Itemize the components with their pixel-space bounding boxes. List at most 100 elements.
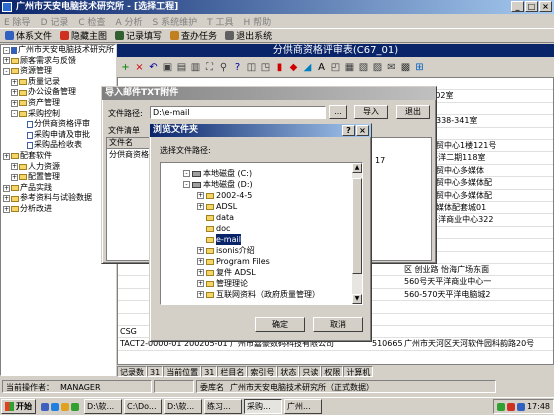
- task-button[interactable]: 采购...: [244, 399, 282, 414]
- expand-icon[interactable]: -: [183, 170, 190, 177]
- task-button[interactable]: 广州...: [284, 399, 322, 414]
- tree-item[interactable]: 分供商资格评审: [1, 119, 115, 130]
- record-tool-icon-4[interactable]: ▤: [176, 62, 187, 73]
- browse-button[interactable]: ...: [329, 105, 347, 119]
- expand-icon[interactable]: -: [183, 181, 190, 188]
- expand-icon[interactable]: +: [197, 291, 204, 298]
- expand-icon[interactable]: +: [11, 89, 18, 97]
- expand-icon[interactable]: +: [3, 205, 10, 213]
- tree-item[interactable]: + 资产管理: [1, 98, 115, 109]
- folder-tree-item[interactable]: + Program Files: [197, 256, 270, 267]
- toolbar-button-1[interactable]: 隐藏主图: [57, 29, 110, 42]
- record-tool-icon-12[interactable]: ◆: [288, 62, 299, 73]
- exit-button[interactable]: 退出: [396, 105, 430, 119]
- menu-item-0[interactable]: E 除导: [4, 15, 31, 28]
- ie-icon[interactable]: [51, 402, 59, 411]
- folder-tree-item[interactable]: - 本地磁盘 (D:): [183, 179, 253, 190]
- dialog-close-button[interactable]: ×: [356, 125, 369, 136]
- expand-icon[interactable]: +: [197, 192, 204, 199]
- maximize-button[interactable]: □: [525, 1, 538, 12]
- menu-item-1[interactable]: D 记录: [41, 15, 69, 28]
- expand-icon[interactable]: +: [197, 269, 204, 276]
- record-tool-icon-1[interactable]: ×: [134, 62, 145, 73]
- record-tool-icon-0[interactable]: +: [120, 62, 131, 73]
- tray-icon-2[interactable]: [506, 402, 515, 411]
- record-tool-icon-6[interactable]: ⛶: [204, 62, 215, 73]
- toolbar-button-3[interactable]: 查办任务: [167, 29, 220, 42]
- expand-icon[interactable]: +: [11, 78, 18, 86]
- task-button[interactable]: D:\软...: [164, 399, 202, 414]
- record-tool-icon-10[interactable]: ◳: [260, 62, 271, 73]
- record-tool-icon-13[interactable]: ◢: [302, 62, 313, 73]
- expand-icon[interactable]: +: [197, 247, 204, 254]
- folder-tree-item[interactable]: + ADSL: [197, 201, 237, 212]
- expand-icon[interactable]: +: [3, 152, 10, 160]
- tree-item[interactable]: + 参考资料与试验数据: [1, 193, 115, 204]
- tree-item[interactable]: - 广州市天安电脑技术研究所: [1, 45, 115, 56]
- cancel-button[interactable]: 取消: [313, 317, 363, 332]
- tray-icon-3[interactable]: [516, 402, 525, 411]
- record-tool-icon-9[interactable]: ◫: [246, 62, 257, 73]
- folder-tree-scrollbar[interactable]: ▲ ▼: [352, 163, 362, 304]
- folder-tree-item[interactable]: +2002-4-5: [197, 190, 252, 201]
- expand-icon[interactable]: +: [3, 184, 10, 192]
- help-button[interactable]: ?: [342, 125, 355, 136]
- record-tool-icon-17[interactable]: ▧: [358, 62, 369, 73]
- toolbar-button-0[interactable]: 体系文件: [2, 29, 55, 42]
- tree-item[interactable]: + 顾客需求与反馈: [1, 56, 115, 67]
- tree-item[interactable]: - 资源管理: [1, 66, 115, 77]
- tree-item[interactable]: - 采购控制: [1, 109, 115, 120]
- import-button[interactable]: 导入: [354, 105, 388, 119]
- folder-tree-item[interactable]: doc: [197, 223, 230, 234]
- folder-icon[interactable]: [61, 402, 69, 411]
- tree-item[interactable]: 采购品检收表: [1, 140, 115, 151]
- scroll-down-icon[interactable]: ▼: [352, 294, 362, 304]
- task-button[interactable]: 练习...: [204, 399, 242, 414]
- tree-item[interactable]: + 配套软件: [1, 151, 115, 162]
- expand-icon[interactable]: -: [3, 46, 10, 54]
- record-tool-icon-8[interactable]: ?: [232, 62, 243, 73]
- record-tool-icon-21[interactable]: ⊞: [414, 62, 425, 73]
- minimize-button[interactable]: _: [511, 1, 524, 12]
- expand-icon[interactable]: +: [3, 195, 10, 203]
- record-tool-icon-2[interactable]: ↶: [148, 62, 159, 73]
- expand-icon[interactable]: +: [197, 258, 204, 265]
- tree-item[interactable]: + 办公设备管理: [1, 87, 115, 98]
- tree-item[interactable]: + 产品实践: [1, 183, 115, 194]
- toolbar-button-2[interactable]: 记录填写: [112, 29, 165, 42]
- tree-item[interactable]: 采购申请及审批: [1, 130, 115, 141]
- folder-tree-item[interactable]: - 本地磁盘 (C:): [183, 168, 252, 179]
- start-button[interactable]: 开始: [1, 399, 36, 414]
- record-tool-icon-16[interactable]: ▦: [344, 62, 355, 73]
- expand-icon[interactable]: +: [197, 280, 204, 287]
- expand-icon[interactable]: +: [3, 57, 10, 65]
- scroll-up-icon[interactable]: ▲: [352, 163, 362, 173]
- ok-button[interactable]: 确定: [255, 317, 305, 332]
- tree-item[interactable]: + 配置管理: [1, 172, 115, 183]
- folder-tree-item[interactable]: + 复件 ADSL: [197, 267, 256, 278]
- tray-icon-1[interactable]: [496, 402, 505, 411]
- task-button[interactable]: D:\软...: [84, 399, 122, 414]
- navigation-tree[interactable]: - 广州市天安电脑技术研究所 + 顾客需求与反馈 - 资源管理 + 质量记录 + 办公设备管理 + 资…: [0, 44, 116, 376]
- tree-item[interactable]: + 质量记录: [1, 77, 115, 88]
- record-tool-icon-19[interactable]: ✉: [386, 62, 397, 73]
- desktop-icon[interactable]: [41, 402, 49, 411]
- menu-item-5[interactable]: T 工具: [207, 15, 233, 28]
- tree-item[interactable]: + 人力资源: [1, 162, 115, 173]
- menu-item-2[interactable]: C 检查: [78, 15, 105, 28]
- expand-icon[interactable]: +: [197, 203, 204, 210]
- folder-tree-item[interactable]: data: [197, 212, 234, 223]
- record-tool-icon-3[interactable]: ▣: [162, 62, 173, 73]
- expand-icon[interactable]: -: [11, 110, 18, 118]
- folder-tree-item[interactable]: + 管理理论: [197, 278, 248, 289]
- scroll-thumb[interactable]: [352, 178, 362, 274]
- app-shortcut-icon[interactable]: [71, 402, 79, 411]
- menu-item-4[interactable]: S 系统维护: [153, 15, 198, 28]
- menu-item-3[interactable]: A 分析: [116, 15, 143, 28]
- record-tool-icon-7[interactable]: ⚲: [218, 62, 229, 73]
- record-tool-icon-5[interactable]: ▥: [190, 62, 201, 73]
- record-tool-icon-18[interactable]: ▨: [372, 62, 383, 73]
- menu-item-6[interactable]: H 帮助: [243, 15, 271, 28]
- record-tool-icon-20[interactable]: ▩: [400, 62, 411, 73]
- folder-tree-item[interactable]: + 互联网资料（政府质量管理）: [197, 289, 320, 300]
